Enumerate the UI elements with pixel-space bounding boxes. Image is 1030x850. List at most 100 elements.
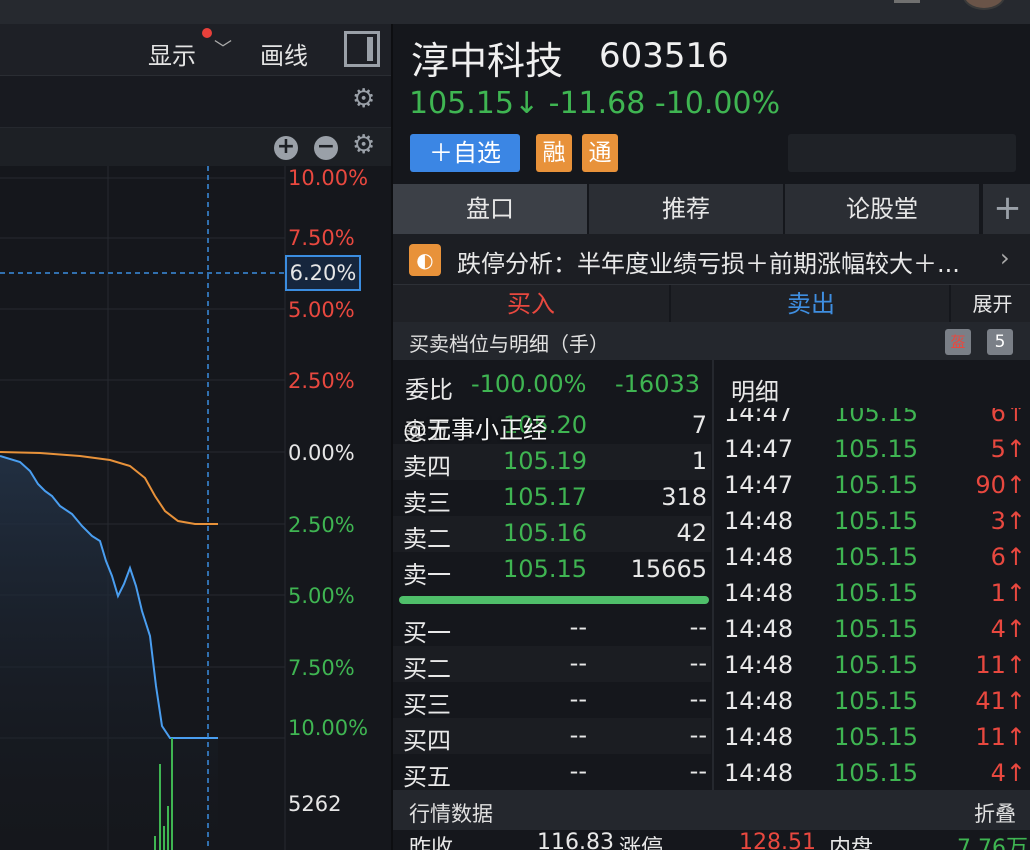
quote-search-box[interactable] bbox=[788, 134, 1016, 172]
price-area bbox=[0, 456, 218, 850]
avatar[interactable] bbox=[962, 0, 1006, 10]
zoom-in-icon[interactable]: + bbox=[274, 136, 298, 160]
chart-pane: 显示 ﹀ 画线 ⚙ + − ⚙ 10.00% 7.50% 5.00% 2.50%… bbox=[0, 24, 391, 850]
expand-button[interactable]: 展开 bbox=[953, 285, 1030, 323]
trade-row: 14:48 105.15 41↑ bbox=[714, 684, 1030, 720]
orderbook-row[interactable]: 买二 -- -- bbox=[393, 646, 711, 683]
stock-code: 603516 bbox=[599, 36, 729, 76]
trade-row: 14:47 105.15 5↑ bbox=[714, 432, 1030, 468]
level-volume: -- bbox=[689, 685, 707, 713]
sell-button[interactable]: 卖出 bbox=[673, 285, 951, 323]
trade-row: 14:48 105.15 1↑ bbox=[714, 576, 1030, 612]
orderbook-header: 买卖档位与明细（手） 盔 5 bbox=[393, 322, 1030, 360]
weibo-watermark: @无事小正经 bbox=[403, 416, 547, 444]
trade-volume: 6↑ bbox=[990, 408, 1026, 427]
quote-pane: 淳中科技 603516 105.15↓ -11.68 -10.00% ＋自选 融… bbox=[391, 24, 1030, 850]
add-tab-icon[interactable]: + bbox=[983, 184, 1030, 234]
trade-row: 14:47 105.15 6↑ bbox=[714, 408, 1030, 432]
trade-volume: 11↑ bbox=[975, 723, 1026, 751]
display-menu-button[interactable]: 显示 bbox=[148, 36, 196, 71]
tab-orderbook[interactable]: 盘口 bbox=[393, 184, 589, 234]
trade-time: 14:48 bbox=[724, 615, 794, 643]
zoom-out-icon[interactable]: − bbox=[314, 136, 338, 160]
trade-time: 14:48 bbox=[724, 579, 794, 607]
minimize-indicator[interactable] bbox=[894, 0, 920, 3]
level-price: 105.15 bbox=[503, 555, 587, 583]
trade-price: 105.15 bbox=[834, 687, 918, 715]
level-volume: 42 bbox=[676, 519, 707, 547]
level-volume: 318 bbox=[661, 483, 707, 511]
level-volume: -- bbox=[689, 613, 707, 641]
gear-icon[interactable]: ⚙ bbox=[352, 130, 375, 160]
level-volume: -- bbox=[689, 649, 707, 677]
level-price: -- bbox=[569, 685, 587, 713]
md-value: 116.83 bbox=[537, 830, 614, 850]
chart-toolbar: 显示 ﹀ 画线 bbox=[0, 24, 391, 76]
analysis-icon: ◐ bbox=[409, 244, 441, 276]
pct-tick-label: 5.00% bbox=[288, 584, 355, 608]
chart-subtoolbar: ⚙ bbox=[0, 76, 391, 128]
market-data-row: 昨收 116.83 涨停 128.51 内盘 7.76万 bbox=[393, 830, 1030, 850]
level-price: 105.16 bbox=[503, 519, 587, 547]
connect-tag[interactable]: 通 bbox=[582, 134, 618, 172]
level-volume: 15665 bbox=[630, 555, 707, 583]
level-price: -- bbox=[569, 721, 587, 749]
trade-volume: 4↑ bbox=[990, 615, 1026, 643]
trade-volume: 6↑ bbox=[990, 543, 1026, 571]
trade-volume: 90↑ bbox=[975, 471, 1026, 499]
orderbook-row[interactable]: 卖四 105.19 1 bbox=[393, 444, 711, 481]
trade-volume: 5↑ bbox=[990, 435, 1026, 463]
tab-recommend[interactable]: 推荐 bbox=[589, 184, 785, 234]
level-label: 卖二 bbox=[403, 525, 451, 553]
trade-volume: 3↑ bbox=[990, 507, 1026, 535]
orderbook-row[interactable]: 卖三 105.17 318 bbox=[393, 480, 711, 517]
pct-tick-label: 2.50% bbox=[288, 369, 355, 393]
draw-line-button[interactable]: 画线 bbox=[260, 36, 308, 71]
orderbook-row[interactable]: 买五 -- -- bbox=[393, 754, 711, 791]
orderbook-row[interactable]: 卖一 105.15 15665 bbox=[393, 552, 711, 589]
trade-price: 105.15 bbox=[834, 435, 918, 463]
trade-row: 14:48 105.15 4↑ bbox=[714, 612, 1030, 648]
pct-tick-label: 10.00% bbox=[288, 166, 369, 190]
md-label: 昨收 bbox=[409, 836, 454, 850]
level2-icon[interactable]: 盔 bbox=[945, 329, 971, 355]
trade-time: 14:47 bbox=[724, 408, 794, 427]
chevron-right-icon[interactable]: › bbox=[1000, 244, 1010, 272]
tab-forum[interactable]: 论股堂 bbox=[785, 184, 981, 234]
level-label: 买五 bbox=[403, 763, 451, 791]
trade-detail-list[interactable]: 14:47 105.15 6↑ 14:47 105.15 5↑ 14:47 10… bbox=[714, 408, 1030, 790]
detail-title: 明细 bbox=[731, 378, 779, 406]
trade-volume: 1↑ bbox=[990, 579, 1026, 607]
trade-price: 105.15 bbox=[834, 543, 918, 571]
trade-price: 105.15 bbox=[834, 579, 918, 607]
add-watchlist-button[interactable]: ＋自选 bbox=[410, 134, 520, 172]
level-label: 买三 bbox=[403, 691, 451, 719]
limit-down-analysis[interactable]: ◐ 跌停分析：半年度业绩亏损＋前期涨幅较大＋... › bbox=[393, 234, 1030, 284]
level-label: 买二 bbox=[403, 655, 451, 683]
level-count-button[interactable]: 5 bbox=[987, 329, 1013, 355]
orderbook-row[interactable]: 买一 -- -- bbox=[393, 610, 711, 647]
buy-button[interactable]: 买入 bbox=[393, 285, 671, 323]
level-volume: -- bbox=[689, 757, 707, 785]
margin-tag[interactable]: 融 bbox=[536, 134, 572, 172]
panel-toggle-icon[interactable] bbox=[344, 31, 380, 67]
trade-price: 105.15 bbox=[834, 651, 918, 679]
trade-volume: 41↑ bbox=[975, 687, 1026, 715]
orderbook-row[interactable]: 买三 -- -- bbox=[393, 682, 711, 719]
chevron-down-icon[interactable]: ﹀ bbox=[214, 35, 232, 61]
md-value: 128.51 bbox=[739, 830, 816, 850]
orderbook-row[interactable]: 买四 -- -- bbox=[393, 718, 711, 755]
ratio-diff: -16033 bbox=[615, 370, 701, 398]
trade-time: 14:48 bbox=[724, 507, 794, 535]
fold-button[interactable]: 折叠 bbox=[974, 798, 1016, 828]
level-label: 买一 bbox=[403, 619, 451, 647]
level-label: 卖四 bbox=[403, 453, 451, 481]
level-price: -- bbox=[569, 757, 587, 785]
chart-zoom-bar: + − ⚙ bbox=[0, 128, 391, 166]
pct-tick-label: 5.00% bbox=[288, 298, 355, 322]
gear-icon[interactable]: ⚙ bbox=[352, 84, 375, 114]
trade-price: 105.15 bbox=[834, 408, 918, 427]
trade-volume: 4↑ bbox=[990, 759, 1026, 787]
orderbook-row[interactable]: 卖二 105.16 42 bbox=[393, 516, 711, 553]
market-data-title: 行情数据 bbox=[409, 802, 493, 826]
